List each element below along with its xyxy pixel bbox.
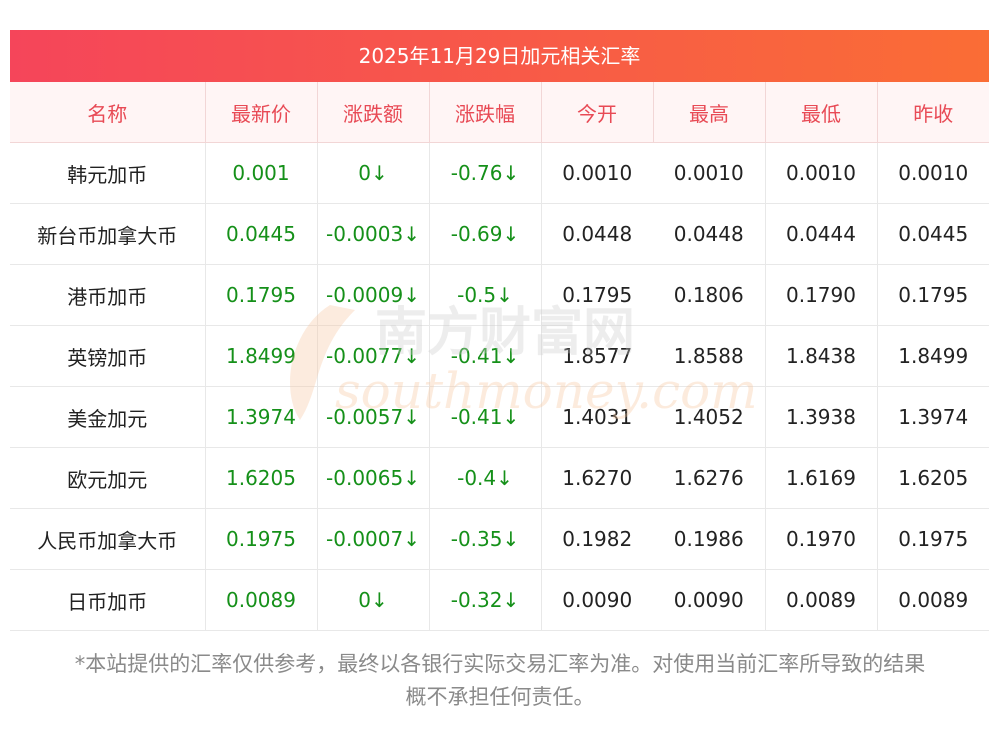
cell-last: 0.1795 — [205, 264, 318, 326]
cell-open: 0.0090 — [541, 569, 653, 631]
cell-name: 日币加币 — [10, 569, 206, 631]
cell-last: 1.8499 — [205, 325, 318, 387]
cell-pct: -0.4↓ — [429, 447, 542, 509]
cell-high: 1.6276 — [653, 447, 766, 509]
cell-change: 0↓ — [317, 142, 430, 204]
cell-low: 1.6169 — [765, 447, 878, 509]
cell-pct: -0.69↓ — [429, 203, 542, 265]
cell-open: 0.1795 — [541, 264, 653, 326]
header-low: 最低 — [765, 82, 878, 143]
table-row: 港币加币 0.1795 -0.0009↓ -0.5↓ 0.1795 0.1806 0.179… — [10, 264, 989, 326]
cell-change: -0.0057↓ — [317, 386, 430, 448]
cell-low: 0.0089 — [765, 569, 878, 631]
cell-high: 0.0090 — [653, 569, 766, 631]
cell-high: 0.1806 — [653, 264, 766, 326]
cell-last: 0.0445 — [205, 203, 318, 265]
cell-open: 1.6270 — [541, 447, 653, 509]
cell-name: 港币加币 — [10, 264, 206, 326]
table-row: 英镑加币 1.8499 -0.0077↓ -0.41↓ 1.8577 1.8588 1.84… — [10, 325, 989, 387]
cell-last: 0.0089 — [205, 569, 318, 631]
cell-name: 欧元加元 — [10, 447, 206, 509]
cell-low: 0.0444 — [765, 203, 878, 265]
table-row: 韩元加币 0.001 0↓ -0.76↓ 0.0010 0.0010 0.0010 0.001… — [10, 142, 989, 204]
cell-pct: -0.76↓ — [429, 142, 542, 204]
rates-panel: 2025年11月29日加元相关汇率 名称 最新价 涨跌额 涨跌幅 今开 最高 最… — [10, 30, 989, 631]
cell-change: -0.0077↓ — [317, 325, 430, 387]
cell-prev: 0.0010 — [877, 142, 989, 204]
cell-high: 0.1986 — [653, 508, 766, 570]
cell-pct: -0.41↓ — [429, 325, 542, 387]
header-prev: 昨收 — [877, 82, 989, 143]
cell-open: 1.8577 — [541, 325, 653, 387]
cell-prev: 1.3974 — [877, 386, 989, 448]
cell-low: 0.0010 — [765, 142, 878, 204]
cell-prev: 1.8499 — [877, 325, 989, 387]
cell-open: 0.0010 — [541, 142, 653, 204]
cell-last: 1.6205 — [205, 447, 318, 509]
disclaimer-line-1: *本站提供的汇率仅供参考，最终以各银行实际交易汇率为准。对使用当前汇率所导致的结… — [74, 652, 926, 676]
cell-change: -0.0065↓ — [317, 447, 430, 509]
cell-last: 1.3974 — [205, 386, 318, 448]
cell-pct: -0.32↓ — [429, 569, 542, 631]
cell-name: 新台币加拿大币 — [10, 203, 206, 265]
cell-prev: 0.0089 — [877, 569, 989, 631]
header-high: 最高 — [653, 82, 766, 143]
table-row: 新台币加拿大币 0.0445 -0.0003↓ -0.69↓ 0.0448 0.0448 0… — [10, 203, 989, 265]
table-row: 美金加元 1.3974 -0.0057↓ -0.41↓ 1.4031 1.4052 1.39… — [10, 386, 989, 448]
header-name: 名称 — [10, 82, 206, 143]
cell-high: 0.0010 — [653, 142, 766, 204]
cell-high: 1.4052 — [653, 386, 766, 448]
cell-name: 美金加元 — [10, 386, 206, 448]
cell-change: -0.0009↓ — [317, 264, 430, 326]
header-open: 今开 — [541, 82, 654, 143]
cell-name: 人民币加拿大币 — [10, 508, 206, 570]
cell-pct: -0.35↓ — [429, 508, 542, 570]
cell-low: 1.8438 — [765, 325, 878, 387]
cell-name: 韩元加币 — [10, 142, 206, 204]
cell-prev: 1.6205 — [877, 447, 989, 509]
cell-change: 0↓ — [317, 569, 430, 631]
cell-last: 0.001 — [205, 142, 318, 204]
header-change: 涨跌额 — [317, 82, 430, 143]
cell-high: 0.0448 — [653, 203, 766, 265]
disclaimer-line-2: 概不承担任何责任。 — [405, 685, 595, 709]
cell-open: 1.4031 — [541, 386, 653, 448]
header-pct: 涨跌幅 — [429, 82, 542, 143]
cell-pct: -0.41↓ — [429, 386, 542, 448]
cell-change: -0.0003↓ — [317, 203, 430, 265]
cell-last: 0.1975 — [205, 508, 318, 570]
cell-open: 0.0448 — [541, 203, 653, 265]
table-row: 日币加币 0.0089 0↓ -0.32↓ 0.0090 0.0090 0.0089 0.00… — [10, 569, 989, 631]
cell-prev: 0.1795 — [877, 264, 989, 326]
cell-pct: -0.5↓ — [429, 264, 542, 326]
cell-open: 0.1982 — [541, 508, 653, 570]
table-row: 人民币加拿大币 0.1975 -0.0007↓ -0.35↓ 0.1982 0.1986 0… — [10, 508, 989, 570]
cell-low: 0.1970 — [765, 508, 878, 570]
rates-table: 名称 最新价 涨跌额 涨跌幅 今开 最高 最低 昨收 韩元加币 0.001 0↓ -0… — [10, 82, 989, 631]
disclaimer-note: *本站提供的汇率仅供参考，最终以各银行实际交易汇率为准。对使用当前汇率所导致的结… — [0, 648, 1000, 714]
cell-prev: 0.1975 — [877, 508, 989, 570]
table-row: 欧元加元 1.6205 -0.0065↓ -0.4↓ 1.6270 1.6276 1.616… — [10, 447, 989, 509]
table-title: 2025年11月29日加元相关汇率 — [10, 30, 989, 82]
cell-low: 0.1790 — [765, 264, 878, 326]
cell-name: 英镑加币 — [10, 325, 206, 387]
header-row: 名称 最新价 涨跌额 涨跌幅 今开 最高 最低 昨收 — [10, 82, 989, 143]
header-last: 最新价 — [205, 82, 318, 143]
cell-prev: 0.0445 — [877, 203, 989, 265]
cell-low: 1.3938 — [765, 386, 878, 448]
cell-high: 1.8588 — [653, 325, 766, 387]
cell-change: -0.0007↓ — [317, 508, 430, 570]
